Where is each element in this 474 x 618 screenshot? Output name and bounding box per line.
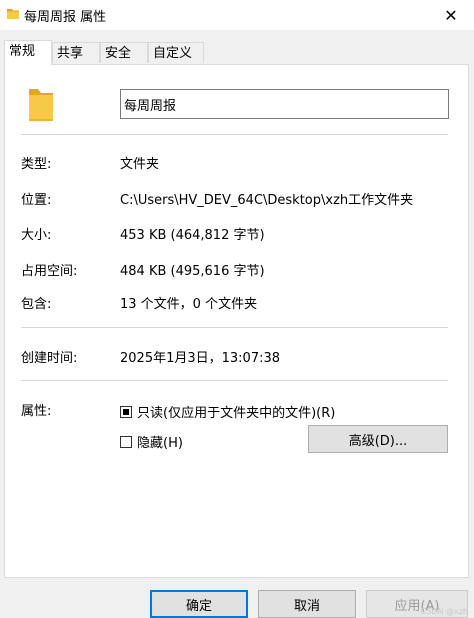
divider <box>21 327 448 328</box>
contains-value: 13 个文件，0 个文件夹 <box>120 297 258 312</box>
type-label: 类型: <box>21 157 52 172</box>
hidden-checkbox[interactable] <box>120 435 132 448</box>
advanced-button[interactable]: 高级(D)... <box>308 425 448 453</box>
location-label: 位置: <box>21 193 52 208</box>
window-title: 每周周报 属性 <box>24 10 107 25</box>
general-panel: 类型: 文件夹 位置: C:\Users\HV_DEV_64C\Desktop\… <box>4 64 469 578</box>
attributes-label: 属性: <box>21 404 52 419</box>
divider <box>21 134 448 135</box>
divider <box>21 380 448 381</box>
contains-label: 包含: <box>21 297 52 312</box>
tab-customize[interactable]: 自定义 <box>148 42 204 63</box>
tab-sharing[interactable]: 共享 <box>52 42 100 63</box>
disk-size-value: 484 KB (495,616 字节) <box>120 264 265 279</box>
disk-size-label: 占用空间: <box>21 264 78 279</box>
tab-general[interactable]: 常规 <box>4 40 52 65</box>
readonly-label: 只读(仅应用于文件夹中的文件)(R) <box>137 406 336 421</box>
hidden-label: 隐藏(H) <box>137 436 183 451</box>
readonly-checkbox-row[interactable]: 只读(仅应用于文件夹中的文件)(R) <box>120 402 335 421</box>
cancel-button[interactable]: 取消 <box>258 590 356 618</box>
folder-name-input[interactable] <box>120 89 449 119</box>
hidden-checkbox-row[interactable]: 隐藏(H) <box>120 432 183 451</box>
size-label: 大小: <box>21 228 52 243</box>
location-value: C:\Users\HV_DEV_64C\Desktop\xzh工作文件夹 <box>120 193 414 208</box>
folder-icon <box>29 89 53 121</box>
ok-button[interactable]: 确定 <box>150 590 248 618</box>
created-value: 2025年1月3日，13:07:38 <box>120 351 281 366</box>
size-value: 453 KB (464,812 字节) <box>120 228 265 243</box>
type-value: 文件夹 <box>120 157 160 172</box>
watermark: CSDN @xzh <box>420 607 468 616</box>
close-button[interactable]: ✕ <box>428 0 474 30</box>
readonly-checkbox[interactable] <box>120 405 132 418</box>
tab-security[interactable]: 安全 <box>100 42 148 63</box>
created-label: 创建时间: <box>21 351 78 366</box>
folder-icon <box>7 9 19 19</box>
close-icon: ✕ <box>444 5 458 25</box>
title-bar: 每周周报 属性 ✕ <box>0 0 474 30</box>
